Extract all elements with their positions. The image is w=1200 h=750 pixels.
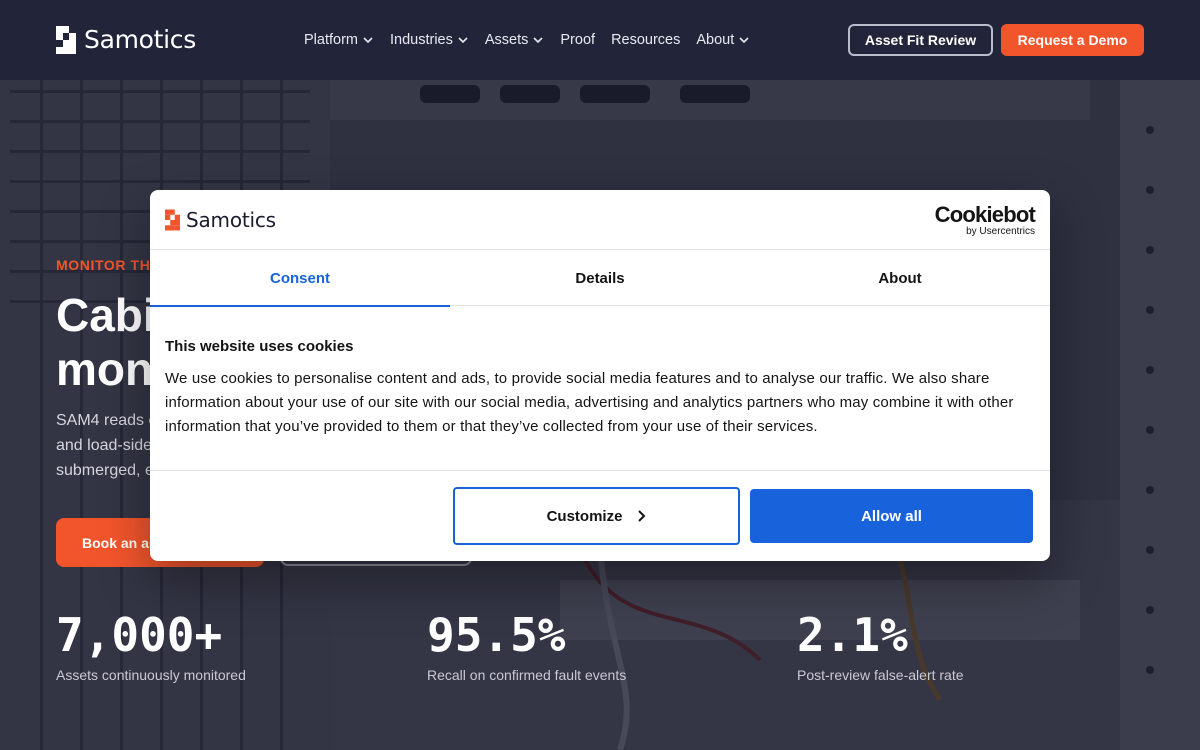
samotics-mark-icon <box>56 25 76 54</box>
stat-false-alert: 2.1% Post-review false-alert rate <box>797 607 964 683</box>
menu-item-label: Resources <box>611 32 681 48</box>
stat-value: 95.5% <box>427 608 566 662</box>
main-menu: Platform Industries Assets Proof Resourc… <box>304 0 750 80</box>
customize-button[interactable]: Customize <box>453 487 740 545</box>
cookie-consent-dialog: Samotics Cookiebot by Usercentrics Conse… <box>150 190 1050 561</box>
menu-item-industries[interactable]: Industries <box>390 32 469 48</box>
dialog-brand-logo: Samotics <box>165 208 276 232</box>
brand-logo[interactable]: Samotics <box>56 25 196 54</box>
dialog-tabs: Consent Details About <box>150 250 1050 307</box>
dialog-description: We use cookies to personalise content an… <box>165 370 1014 435</box>
top-navbar: Samotics Platform Industries Assets Proo… <box>0 0 1200 80</box>
stat-label: Post-review false-alert rate <box>797 667 964 683</box>
samotics-mark-icon <box>165 209 180 231</box>
menu-item-assets[interactable]: Assets <box>485 32 545 48</box>
request-demo-button[interactable]: Request a Demo <box>1001 24 1144 56</box>
dialog-title: This website uses cookies <box>165 338 354 355</box>
menu-item-label: Industries <box>390 32 453 48</box>
customize-button-label: Customize <box>546 507 623 525</box>
stat-label: Recall on confirmed fault events <box>427 667 627 683</box>
tab-details[interactable]: Details <box>450 250 750 306</box>
stat-recall: 95.5% Recall on confirmed fault events <box>427 607 626 683</box>
dialog-brand-wordmark: Samotics <box>186 208 276 232</box>
hero-eyebrow: MONITOR TH <box>56 257 151 273</box>
menu-item-about[interactable]: About <box>696 32 750 48</box>
menu-item-label: Proof <box>560 32 596 48</box>
dialog-header: Samotics Cookiebot by Usercentrics <box>150 190 1050 250</box>
stat-label: Assets continuously monitored <box>56 667 246 683</box>
tab-about[interactable]: About <box>750 250 1050 306</box>
menu-item-resources[interactable]: Resources <box>611 32 680 48</box>
stat-value: 7,000+ <box>56 608 223 662</box>
menu-item-label: Platform <box>304 32 358 48</box>
brand-wordmark: Samotics <box>84 25 196 54</box>
chevron-down-icon <box>458 37 468 44</box>
stat-assets: 7,000+ Assets continuously monitored <box>56 607 246 683</box>
chevron-down-icon <box>533 37 543 44</box>
tab-consent[interactable]: Consent <box>150 250 450 307</box>
asset-fit-review-button[interactable]: Asset Fit Review <box>848 24 993 56</box>
cookiebot-logo[interactable]: Cookiebot by Usercentrics <box>934 202 1036 238</box>
cookiebot-wordmark: Cookiebot <box>934 202 1036 227</box>
chevron-right-icon <box>638 510 646 522</box>
chevron-down-icon <box>363 37 373 44</box>
menu-item-proof[interactable]: Proof <box>560 32 595 48</box>
allow-all-button[interactable]: Allow all <box>750 489 1033 543</box>
menu-item-label: About <box>696 32 735 48</box>
dialog-footer: Customize Allow all <box>150 470 1050 561</box>
menu-item-label: Assets <box>484 32 529 48</box>
stat-value: 2.1% <box>797 608 908 662</box>
menu-item-platform[interactable]: Platform <box>304 32 374 48</box>
cookiebot-subtitle: by Usercentrics <box>966 226 1035 237</box>
dialog-body: This website uses cookies We use cookies… <box>165 338 1035 439</box>
chevron-down-icon <box>739 37 749 44</box>
